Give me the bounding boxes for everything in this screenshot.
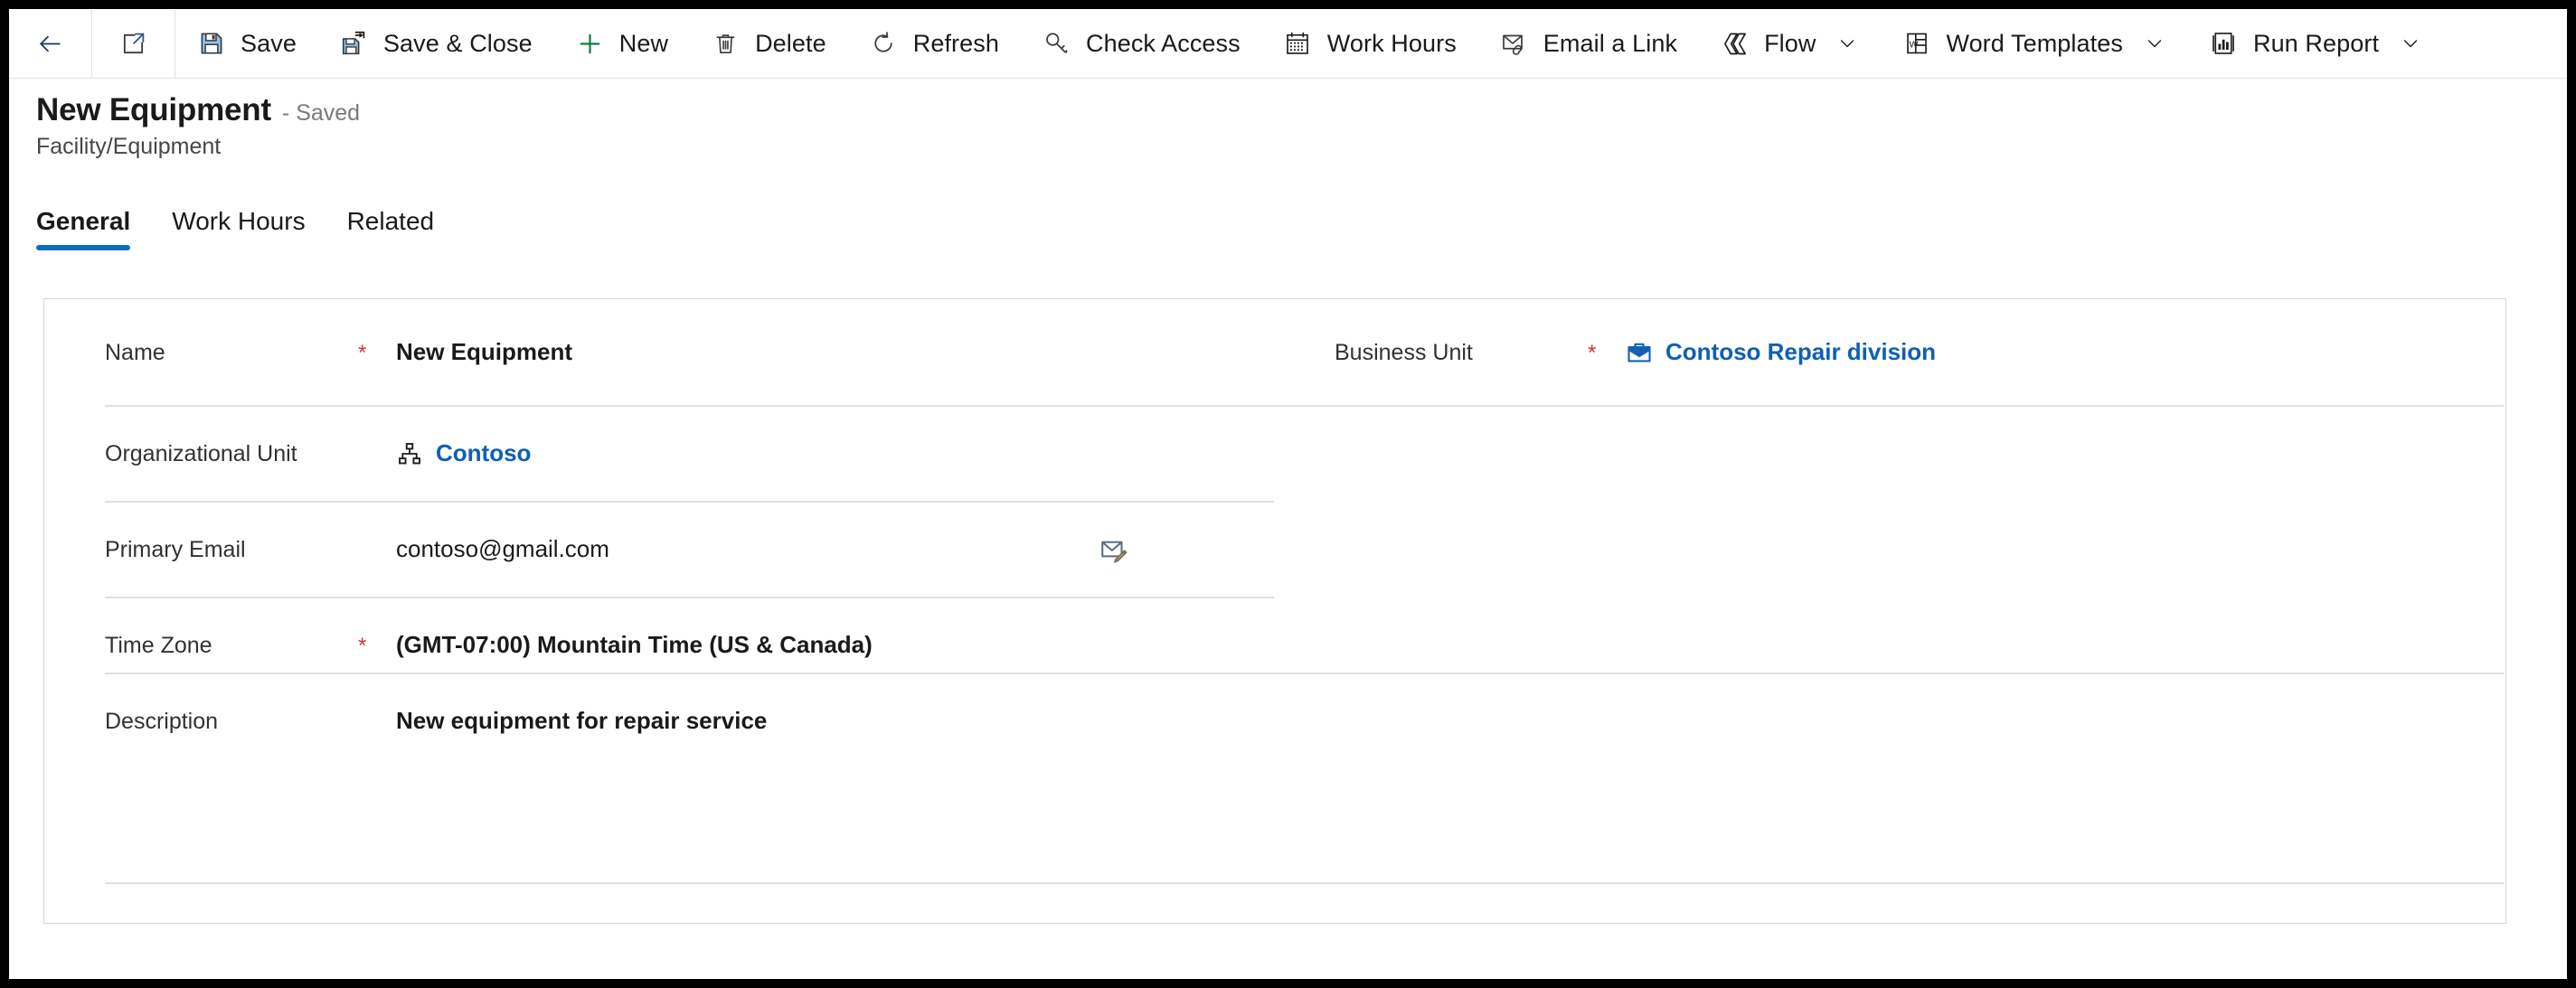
check-access-button-label: Check Access bbox=[1085, 29, 1241, 57]
field-organizational-unit-text: Contoso bbox=[436, 439, 532, 467]
field-time-zone-required-marker: * bbox=[358, 634, 367, 658]
tab-general[interactable]: General bbox=[36, 207, 150, 250]
form-row-primary-email: Primary Email contoso@gmail.com bbox=[44, 502, 2505, 598]
field-business-unit-required-marker: * bbox=[1588, 341, 1597, 365]
word-templates-button-label: Word Templates bbox=[1946, 29, 2123, 57]
refresh-button[interactable]: Refresh bbox=[848, 9, 1021, 78]
title-row: New Equipment - Saved bbox=[36, 92, 2567, 127]
field-business-unit[interactable]: Business Unit * Contoso Repair division bbox=[1274, 299, 2504, 406]
field-organizational-unit[interactable]: Organizational Unit Contoso bbox=[44, 406, 1274, 502]
delete-button[interactable]: Delete bbox=[690, 9, 848, 78]
chevron-down-icon[interactable] bbox=[2399, 32, 2422, 55]
field-business-unit-value[interactable]: Contoso Repair division bbox=[1626, 338, 2504, 366]
save-button[interactable]: Save bbox=[175, 9, 318, 78]
chevron-down-icon[interactable] bbox=[1835, 32, 1859, 55]
svg-text:W: W bbox=[1909, 39, 1918, 50]
field-description-value: New equipment for repair service bbox=[396, 707, 768, 735]
tab-work-hours[interactable]: Work Hours bbox=[172, 207, 325, 250]
app-window: Save Save & Close New Delete Refresh Che… bbox=[0, 0, 2576, 988]
org-hierarchy-icon bbox=[396, 440, 423, 467]
new-button-label: New bbox=[618, 29, 669, 57]
field-primary-email[interactable]: Primary Email contoso@gmail.com bbox=[44, 502, 1274, 598]
field-organizational-unit-label: Organizational Unit bbox=[105, 441, 297, 466]
word-doc-icon: W bbox=[1902, 30, 1930, 58]
form-row-organizational-unit: Organizational Unit Contoso bbox=[44, 406, 2505, 502]
page-title: New Equipment bbox=[36, 92, 271, 127]
delete-button-label: Delete bbox=[755, 29, 826, 57]
work-hours-button[interactable]: Work Hours bbox=[1262, 9, 1478, 78]
field-description-label: Description bbox=[105, 709, 219, 734]
run-report-button[interactable]: Run Report bbox=[2188, 9, 2444, 78]
work-hours-button-label: Work Hours bbox=[1326, 29, 1457, 57]
chevron-down-icon[interactable] bbox=[2143, 32, 2166, 55]
save-and-close-button-label: Save & Close bbox=[382, 29, 533, 57]
report-chart-icon bbox=[2210, 30, 2238, 58]
field-business-unit-text: Contoso Repair division bbox=[1665, 338, 1937, 366]
save-icon bbox=[197, 30, 225, 58]
field-name-label: Name bbox=[105, 340, 165, 365]
back-button[interactable] bbox=[9, 9, 91, 78]
field-description[interactable]: Description New equipment for repair ser… bbox=[44, 673, 1943, 769]
general-tab-panel: Name * New Equipment Business Unit * Con… bbox=[43, 298, 2506, 924]
plus-icon bbox=[576, 30, 604, 58]
field-primary-email-value[interactable]: contoso@gmail.com bbox=[396, 535, 1274, 563]
email-link-icon bbox=[1500, 30, 1528, 58]
open-in-new-window-button[interactable] bbox=[92, 9, 175, 78]
run-report-button-label: Run Report bbox=[2252, 29, 2380, 57]
field-name-required-marker: * bbox=[358, 341, 367, 365]
field-business-unit-label: Business Unit bbox=[1335, 340, 1473, 365]
back-arrow-icon bbox=[36, 30, 64, 58]
field-time-zone-value: (GMT-07:00) Mountain Time (US & Canada) bbox=[396, 631, 873, 659]
save-status-text: - Saved bbox=[281, 100, 361, 126]
field-time-zone-label: Time Zone bbox=[105, 633, 212, 658]
flow-button[interactable]: Flow bbox=[1699, 9, 1881, 78]
key-icon bbox=[1043, 30, 1071, 58]
flow-icon bbox=[1721, 30, 1749, 58]
command-bar: Save Save & Close New Delete Refresh Che… bbox=[9, 9, 2567, 79]
compose-email-icon[interactable] bbox=[1099, 534, 1129, 565]
email-a-link-button-label: Email a Link bbox=[1543, 29, 1678, 57]
refresh-button-label: Refresh bbox=[912, 29, 999, 57]
save-and-close-button[interactable]: Save & Close bbox=[318, 9, 554, 78]
field-description-required-marker bbox=[358, 720, 396, 722]
field-organizational-unit-required-marker bbox=[358, 453, 396, 455]
trash-icon bbox=[712, 30, 740, 58]
flow-button-label: Flow bbox=[1764, 29, 1816, 57]
field-primary-email-label: Primary Email bbox=[105, 537, 246, 562]
form-tabs: General Work Hours Related bbox=[36, 207, 476, 250]
email-a-link-button[interactable]: Email a Link bbox=[1478, 9, 1699, 78]
refresh-icon bbox=[870, 30, 898, 58]
calendar-icon bbox=[1284, 30, 1312, 58]
briefcase-icon bbox=[1626, 339, 1653, 366]
field-name[interactable]: Name * New Equipment bbox=[44, 299, 1274, 406]
field-primary-email-required-marker bbox=[358, 549, 396, 550]
field-organizational-unit-value[interactable]: Contoso bbox=[396, 439, 1274, 467]
save-and-close-icon bbox=[340, 30, 368, 58]
row-divider-description bbox=[105, 882, 2504, 884]
entity-type-label: Facility/Equipment bbox=[36, 133, 222, 159]
check-access-button[interactable]: Check Access bbox=[1021, 9, 1262, 78]
record-header: New Equipment - Saved Facility/Equipment bbox=[9, 80, 2567, 181]
form-row-description: Description New equipment for repair ser… bbox=[44, 673, 2505, 769]
tab-related[interactable]: Related bbox=[347, 207, 455, 250]
new-button[interactable]: New bbox=[554, 9, 690, 78]
word-templates-button[interactable]: W Word Templates bbox=[1881, 9, 2188, 78]
save-button-label: Save bbox=[241, 29, 297, 57]
field-name-value: New Equipment bbox=[396, 338, 573, 366]
form-row-name: Name * New Equipment Business Unit * Con… bbox=[44, 299, 2505, 406]
open-in-new-window-icon bbox=[119, 30, 147, 58]
